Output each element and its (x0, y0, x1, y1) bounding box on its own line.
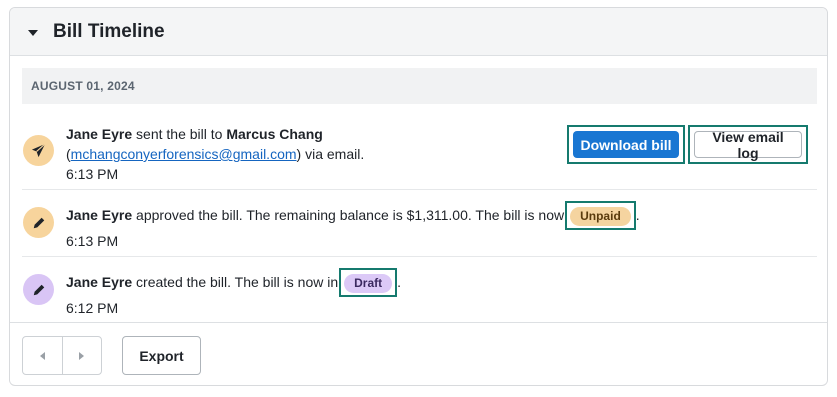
chevron-right-icon (79, 351, 85, 360)
caret-down-icon[interactable] (28, 29, 38, 36)
export-button[interactable]: Export (122, 336, 201, 375)
panel-header[interactable]: Bill Timeline (10, 8, 827, 56)
timeline-event: Jane Eyre sent the bill to Marcus Chang … (22, 115, 817, 190)
event-description: approved the bill. The remaining balance… (132, 207, 565, 224)
unpaid-badge-highlight: Unpaid (565, 201, 636, 230)
timeline-footer: Export (10, 322, 827, 385)
email-link[interactable]: mchangconyerforensics@gmail.com (71, 146, 297, 162)
actor-name: Jane Eyre (66, 126, 133, 142)
event-description: created the bill. The bill is now in (132, 274, 339, 291)
period: . (635, 207, 640, 224)
download-bill-button[interactable]: Download bill (573, 131, 679, 158)
event-time: 6:13 PM (66, 166, 119, 182)
event-description-tail: ) via email. (296, 146, 365, 162)
pencil-icon (23, 207, 54, 238)
panel-title: Bill Timeline (53, 20, 165, 42)
view-email-log-button[interactable]: View email log (694, 129, 802, 161)
timeline-event: Jane Eyre approved the bill. The remaini… (22, 190, 817, 257)
recipient-name: Marcus Chang (226, 126, 323, 142)
paper-plane-icon (23, 135, 54, 166)
chevron-left-icon (39, 351, 45, 360)
download-bill-highlight: Download bill (567, 125, 685, 164)
draft-badge-highlight: Draft (339, 268, 398, 297)
event-text: Jane Eyre created the bill. The bill is … (66, 268, 786, 318)
event-time: 6:12 PM (66, 300, 119, 316)
view-email-log-highlight: View email log (688, 125, 808, 164)
status-badge: Unpaid (570, 207, 631, 226)
pencil-icon (23, 274, 54, 305)
actor-name: Jane Eyre (66, 207, 133, 224)
pagination (22, 336, 102, 375)
next-page-button[interactable] (61, 337, 102, 374)
event-text: Jane Eyre sent the bill to Marcus Chang … (66, 124, 566, 184)
event-time: 6:13 PM (66, 233, 119, 249)
period: . (397, 274, 402, 291)
timeline-event: Jane Eyre created the bill. The bill is … (22, 257, 817, 323)
previous-page-button[interactable] (23, 337, 62, 374)
timeline-body: AUGUST 01, 2024 Jane Eyre sent the bill … (22, 68, 817, 316)
bill-timeline-panel: Bill Timeline AUGUST 01, 2024 Jane Eyre … (9, 7, 828, 386)
date-header: AUGUST 01, 2024 (22, 68, 817, 104)
status-badge: Draft (344, 274, 393, 293)
event-text: Jane Eyre approved the bill. The remaini… (66, 201, 786, 251)
actor-name: Jane Eyre (66, 274, 133, 291)
event-description: sent the bill to (132, 126, 227, 142)
